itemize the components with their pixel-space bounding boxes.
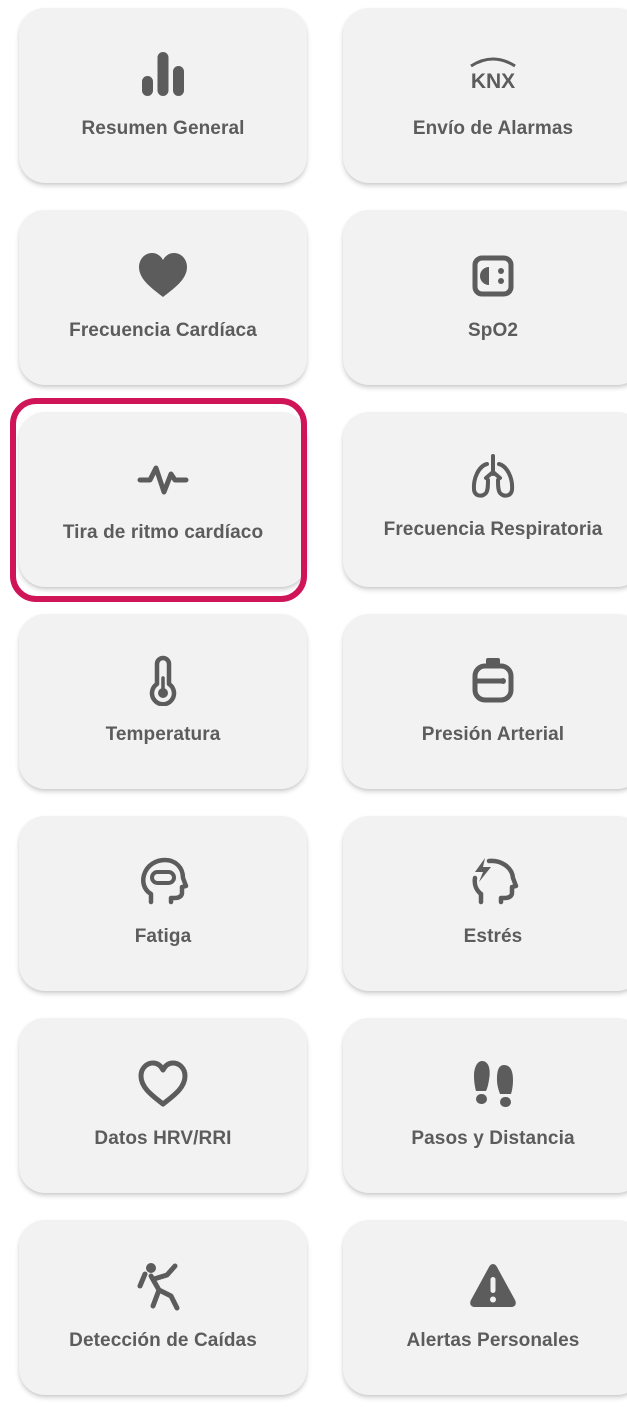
tile-pasos-y-distancia[interactable]: Pasos y Distancia: [343, 1018, 627, 1193]
bar-chart-icon: [137, 48, 189, 100]
tile-label: Alertas Personales: [406, 1330, 580, 1351]
tile-label: Resumen General: [81, 118, 245, 139]
footprints-icon: [467, 1058, 519, 1110]
heart-outline-icon: [137, 1058, 189, 1110]
heart-rhythm-icon: [137, 452, 189, 504]
tile-frecuencia-respiratoria[interactable]: Frecuencia Respiratoria: [343, 412, 627, 587]
tile-alertas-personales[interactable]: Alertas Personales: [343, 1220, 627, 1395]
tile-label: Detección de Caídas: [69, 1330, 257, 1351]
tile-presion-arterial[interactable]: Presión Arterial: [343, 614, 627, 789]
tile-spo2[interactable]: SpO2: [343, 210, 627, 385]
tile-tira-de-ritmo-cardiaco[interactable]: Tira de ritmo cardíaco: [19, 412, 307, 587]
tile-fatiga[interactable]: Fatiga: [19, 816, 307, 991]
blood-pressure-icon: [467, 654, 519, 706]
thermometer-icon: [137, 654, 189, 706]
tile-label: Presión Arterial: [421, 724, 565, 745]
tile-label: Frecuencia Cardíaca: [69, 320, 257, 341]
head-stress-icon: [467, 856, 519, 908]
spo2-icon: [467, 250, 519, 302]
tile-resumen-general[interactable]: Resumen General: [19, 8, 307, 183]
tile-deteccion-de-caidas[interactable]: Detección de Caídas: [19, 1220, 307, 1395]
tile-label: Estrés: [463, 926, 523, 947]
tile-label: Envío de Alarmas: [412, 118, 574, 139]
heart-filled-icon: [137, 250, 189, 302]
tile-datos-hrv-rri[interactable]: Datos HRV/RRI: [19, 1018, 307, 1193]
svg-text:KNX: KNX: [471, 70, 515, 93]
warning-icon: [467, 1260, 519, 1312]
lungs-icon: [467, 450, 519, 502]
tile-label: Pasos y Distancia: [411, 1128, 575, 1149]
tile-envio-de-alarmas[interactable]: KNX Envío de Alarmas: [343, 8, 627, 183]
tile-label: SpO2: [467, 320, 519, 341]
knx-logo-icon: KNX: [467, 48, 519, 100]
tile-label: Temperatura: [105, 724, 221, 745]
tile-frecuencia-cardiaca[interactable]: Frecuencia Cardíaca: [19, 210, 307, 385]
tile-estres[interactable]: Estrés: [343, 816, 627, 991]
tile-label: Datos HRV/RRI: [94, 1128, 232, 1149]
tile-label: Fatiga: [134, 926, 192, 947]
tile-temperatura[interactable]: Temperatura: [19, 614, 307, 789]
head-fatigue-icon: [137, 856, 189, 908]
fall-detection-icon: [137, 1260, 189, 1312]
tile-label: Frecuencia Respiratoria: [383, 519, 603, 540]
tile-label: Tira de ritmo cardíaco: [62, 522, 264, 543]
